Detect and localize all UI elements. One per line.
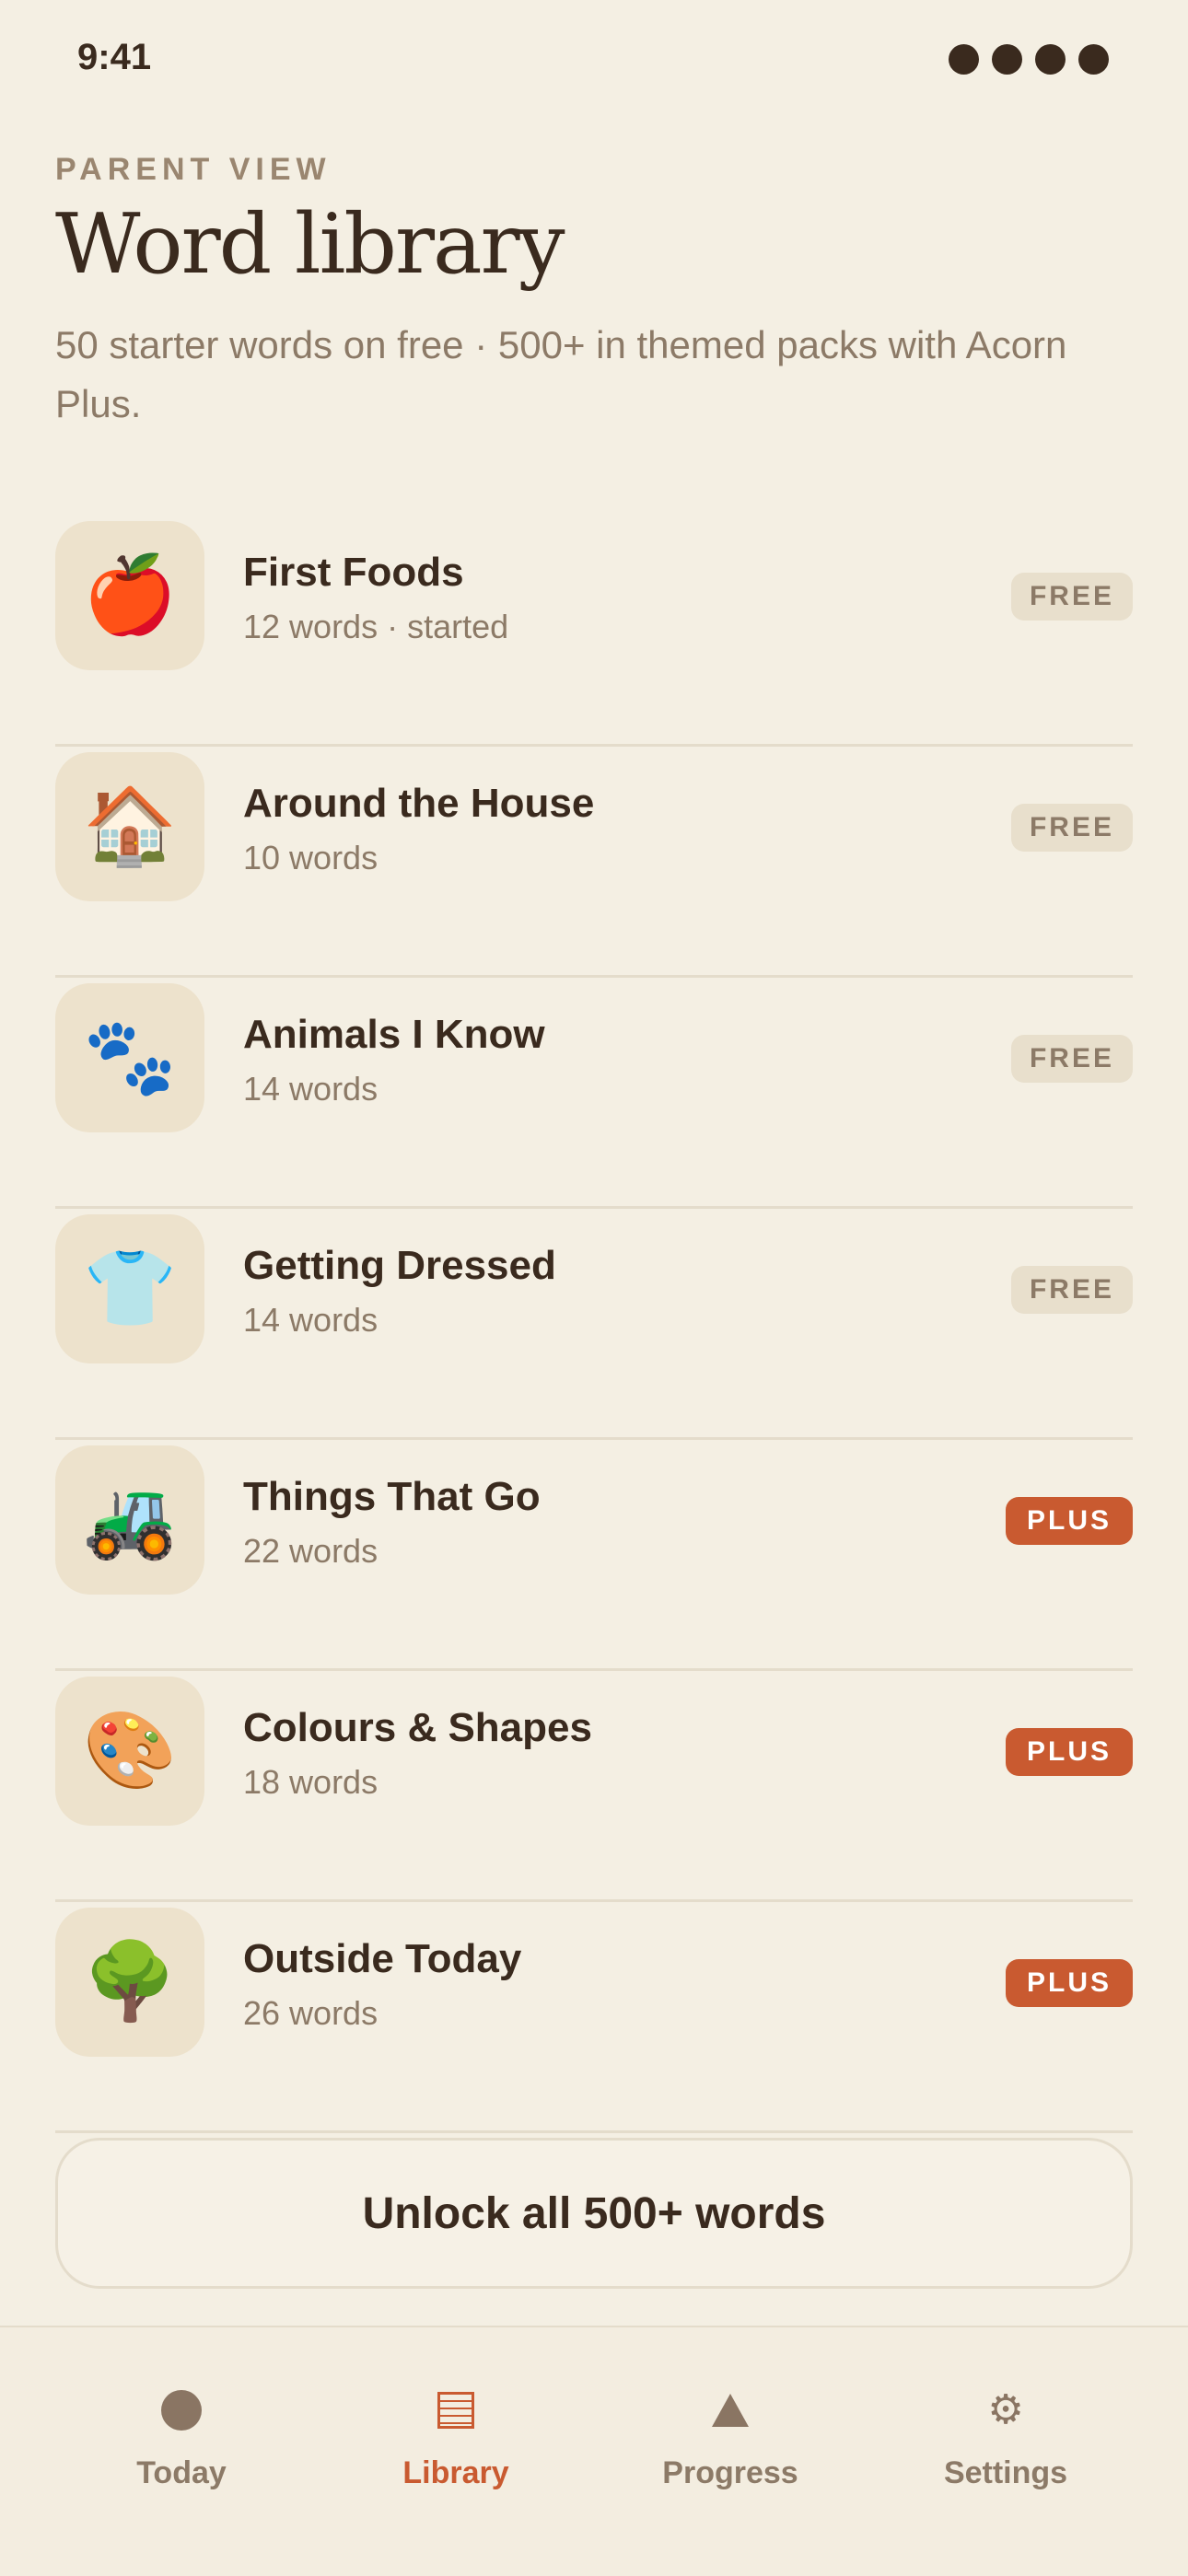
plus-badge: PLUS [1006, 1728, 1133, 1776]
pack-word-count: 26 words [243, 1994, 379, 2032]
status-dot-icon [1078, 44, 1109, 75]
gear-icon: ⚙ [987, 2387, 1024, 2432]
tab-label: Library [402, 2455, 509, 2490]
bottom-tab-bar: Today Library Progress ⚙ Settings [0, 2326, 1188, 2576]
house-icon: 🏠 [82, 784, 178, 868]
pack-title: Outside Today [243, 1936, 522, 1981]
pack-title: Animals I Know [243, 1012, 545, 1057]
pack-icon-tile: 🍎 [55, 521, 204, 670]
status-dot-icon [992, 44, 1022, 75]
status-indicators [949, 44, 1109, 75]
pack-row[interactable]: 🌳 Outside Today 26 words PLUS [55, 1902, 1133, 2133]
tab-library[interactable]: Library [318, 2378, 594, 2491]
pack-word-count: 14 words [243, 1070, 379, 1108]
pack-row[interactable]: 🐾 Animals I Know 14 words FREE [55, 978, 1133, 1209]
apple-icon: 🍎 [82, 553, 178, 637]
pack-word-count: 22 words [243, 1532, 379, 1570]
status-dot-icon [1035, 44, 1066, 75]
unlock-all-button[interactable]: Unlock all 500+ words [55, 2138, 1133, 2289]
pack-word-count: 14 words [243, 1301, 379, 1339]
tab-progress[interactable]: Progress [592, 2378, 868, 2491]
pack-icon-tile: 👕 [55, 1214, 204, 1363]
pack-icon-tile: 🏠 [55, 752, 204, 901]
status-dot-icon [949, 44, 979, 75]
tab-label: Settings [943, 2455, 1068, 2490]
pack-row[interactable]: 🍎 First Foods 12 words · started FREE [55, 516, 1133, 747]
pack-icon-tile: 🚜 [55, 1445, 204, 1595]
pack-row[interactable]: 👕 Getting Dressed 14 words FREE [55, 1209, 1133, 1440]
pack-icon-tile: 🌳 [55, 1908, 204, 2057]
pack-title: Around the House [243, 781, 595, 826]
tab-settings[interactable]: ⚙ Settings [868, 2378, 1144, 2491]
pack-row[interactable]: 🚜 Things That Go 22 words PLUS [55, 1440, 1133, 1671]
pack-icon-tile: 🎨 [55, 1677, 204, 1826]
paw-prints-icon: 🐾 [82, 1015, 178, 1099]
shirt-icon: 👕 [82, 1247, 178, 1330]
plus-badge: PLUS [1006, 1959, 1133, 2007]
page-header: PARENT VIEW Word library 50 starter word… [55, 152, 1133, 434]
tractor-icon: 🚜 [82, 1478, 178, 1561]
tree-icon: 🌳 [82, 1940, 178, 2024]
pack-word-count: 10 words [243, 839, 379, 876]
free-badge: FREE [1011, 573, 1133, 621]
free-badge: FREE [1011, 1266, 1133, 1314]
page-title: Word library [55, 196, 565, 293]
free-badge: FREE [1011, 1035, 1133, 1083]
page-subtitle: 50 starter words on free · 500+ in theme… [55, 323, 1067, 425]
circle-icon [161, 2390, 202, 2431]
pack-row[interactable]: 🏠 Around the House 10 words FREE [55, 747, 1133, 978]
free-badge: FREE [1011, 804, 1133, 852]
pack-title: First Foods [243, 550, 464, 595]
pack-word-count: 12 words · started [243, 608, 509, 645]
triangle-icon [712, 2394, 749, 2427]
tab-label: Progress [662, 2455, 798, 2490]
pack-title: Things That Go [243, 1474, 541, 1519]
plus-badge: PLUS [1006, 1497, 1133, 1545]
tab-label: Today [136, 2455, 227, 2490]
tab-today[interactable]: Today [43, 2378, 320, 2491]
word-pack-list: 🍎 First Foods 12 words · started FREE 🏠 … [55, 516, 1133, 2133]
eyebrow-label: PARENT VIEW [55, 152, 332, 187]
palette-icon: 🎨 [82, 1709, 178, 1793]
status-time: 9:41 [77, 37, 152, 77]
pack-word-count: 18 words [243, 1763, 379, 1801]
pack-title: Colours & Shapes [243, 1705, 592, 1750]
pack-title: Getting Dressed [243, 1243, 556, 1288]
pack-icon-tile: 🐾 [55, 983, 204, 1132]
status-bar: 9:41 [0, 0, 1188, 120]
pack-row[interactable]: 🎨 Colours & Shapes 18 words PLUS [55, 1671, 1133, 1902]
library-icon [437, 2392, 474, 2429]
